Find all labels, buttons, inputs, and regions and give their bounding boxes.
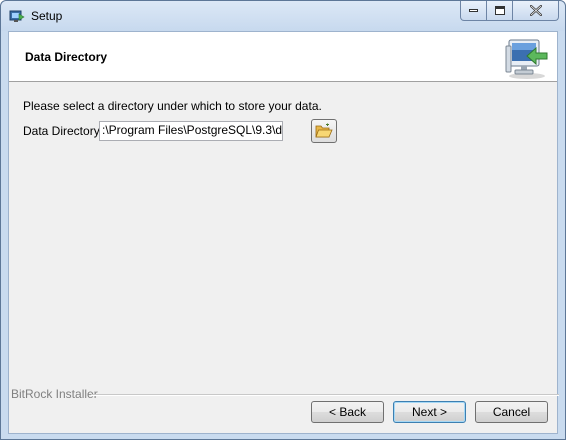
- page-header: Data Directory: [9, 32, 557, 82]
- title-bar[interactable]: Setup: [1, 1, 565, 31]
- data-directory-input[interactable]: :\Program Files\PostgreSQL\9.3\data: [99, 121, 283, 141]
- footer-divider: [91, 394, 559, 396]
- close-icon: [529, 5, 542, 16]
- close-button[interactable]: [513, 1, 559, 21]
- window-title: Setup: [31, 9, 63, 23]
- back-button[interactable]: < Back: [311, 401, 384, 423]
- dialog-client-area: Data Directory Please select a directory…: [8, 31, 559, 434]
- minimize-button[interactable]: [460, 1, 487, 21]
- computer-arrow-icon: [505, 39, 548, 79]
- setup-window: Setup Data Directory Please select a dir…: [0, 0, 566, 440]
- page-title: Data Directory: [25, 50, 108, 64]
- maximize-icon: [494, 6, 505, 15]
- browse-button[interactable]: [311, 119, 337, 143]
- installer-app-icon: [9, 10, 25, 22]
- maximize-button[interactable]: [487, 1, 513, 21]
- folder-open-icon: [315, 123, 333, 138]
- next-button[interactable]: Next >: [393, 401, 466, 423]
- minimize-icon: [469, 9, 478, 12]
- data-directory-label: Data Directory: [23, 124, 100, 138]
- installer-brand: BitRock Installer: [11, 387, 98, 401]
- cancel-button[interactable]: Cancel: [475, 401, 548, 423]
- page-description: Please select a directory under which to…: [23, 99, 322, 113]
- window-controls: [460, 1, 559, 22]
